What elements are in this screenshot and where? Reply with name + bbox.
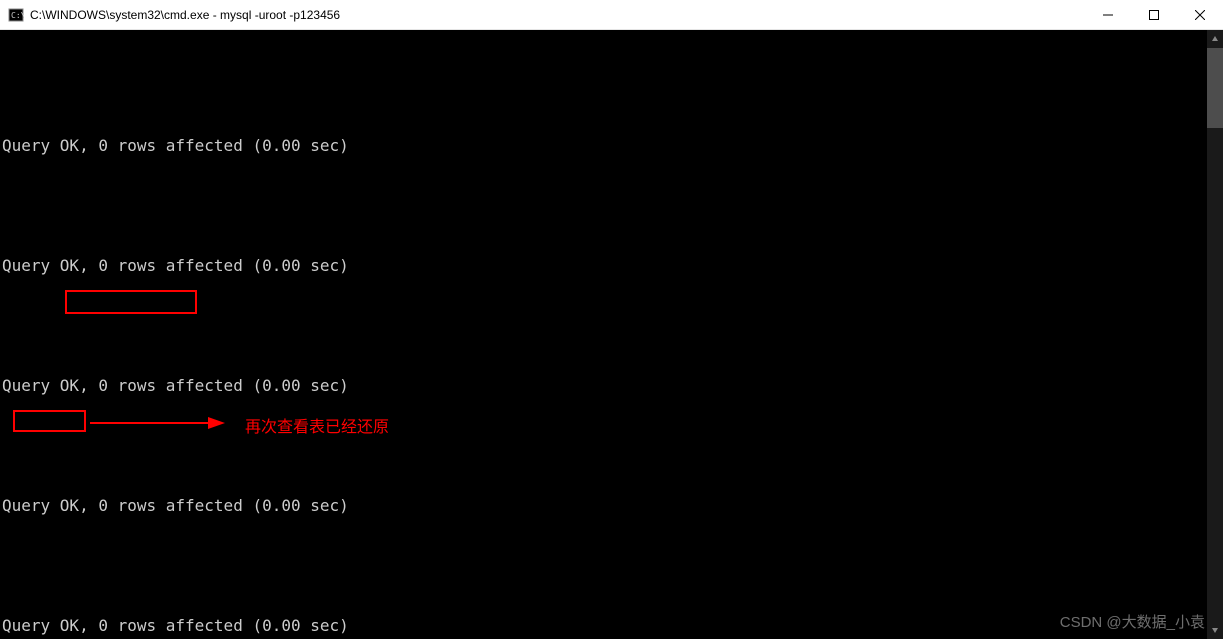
output-line <box>2 196 1221 216</box>
vertical-scrollbar[interactable] <box>1207 30 1223 639</box>
annotation-text: 再次查看表已经还原 <box>245 418 389 438</box>
minimize-button[interactable] <box>1085 0 1131 30</box>
highlight-box-table <box>13 410 86 432</box>
scroll-up-button[interactable] <box>1207 30 1223 48</box>
output-line: Query OK, 0 rows affected (0.00 sec) <box>2 136 1221 156</box>
output-line: Query OK, 0 rows affected (0.00 sec) <box>2 496 1221 516</box>
scrollbar-thumb[interactable] <box>1207 48 1223 128</box>
close-button[interactable] <box>1177 0 1223 30</box>
terminal-output[interactable]: Query OK, 0 rows affected (0.00 sec) Que… <box>0 30 1223 639</box>
highlight-box-command <box>65 290 197 314</box>
window-titlebar: C:\ C:\WINDOWS\system32\cmd.exe - mysql … <box>0 0 1223 30</box>
output-line <box>2 556 1221 576</box>
arrow-icon <box>90 414 225 432</box>
output-line <box>2 316 1221 336</box>
maximize-button[interactable] <box>1131 0 1177 30</box>
output-line <box>2 76 1221 96</box>
cmd-icon: C:\ <box>8 7 24 23</box>
window-title: C:\WINDOWS\system32\cmd.exe - mysql -uro… <box>30 8 340 22</box>
output-line: Query OK, 0 rows affected (0.00 sec) <box>2 256 1221 276</box>
output-line: Query OK, 0 rows affected (0.00 sec) <box>2 376 1221 396</box>
output-line <box>2 436 1221 456</box>
scroll-down-button[interactable] <box>1207 621 1223 639</box>
window-controls <box>1085 0 1223 30</box>
svg-text:C:\: C:\ <box>11 11 24 20</box>
output-line: Query OK, 0 rows affected (0.00 sec) <box>2 616 1221 636</box>
